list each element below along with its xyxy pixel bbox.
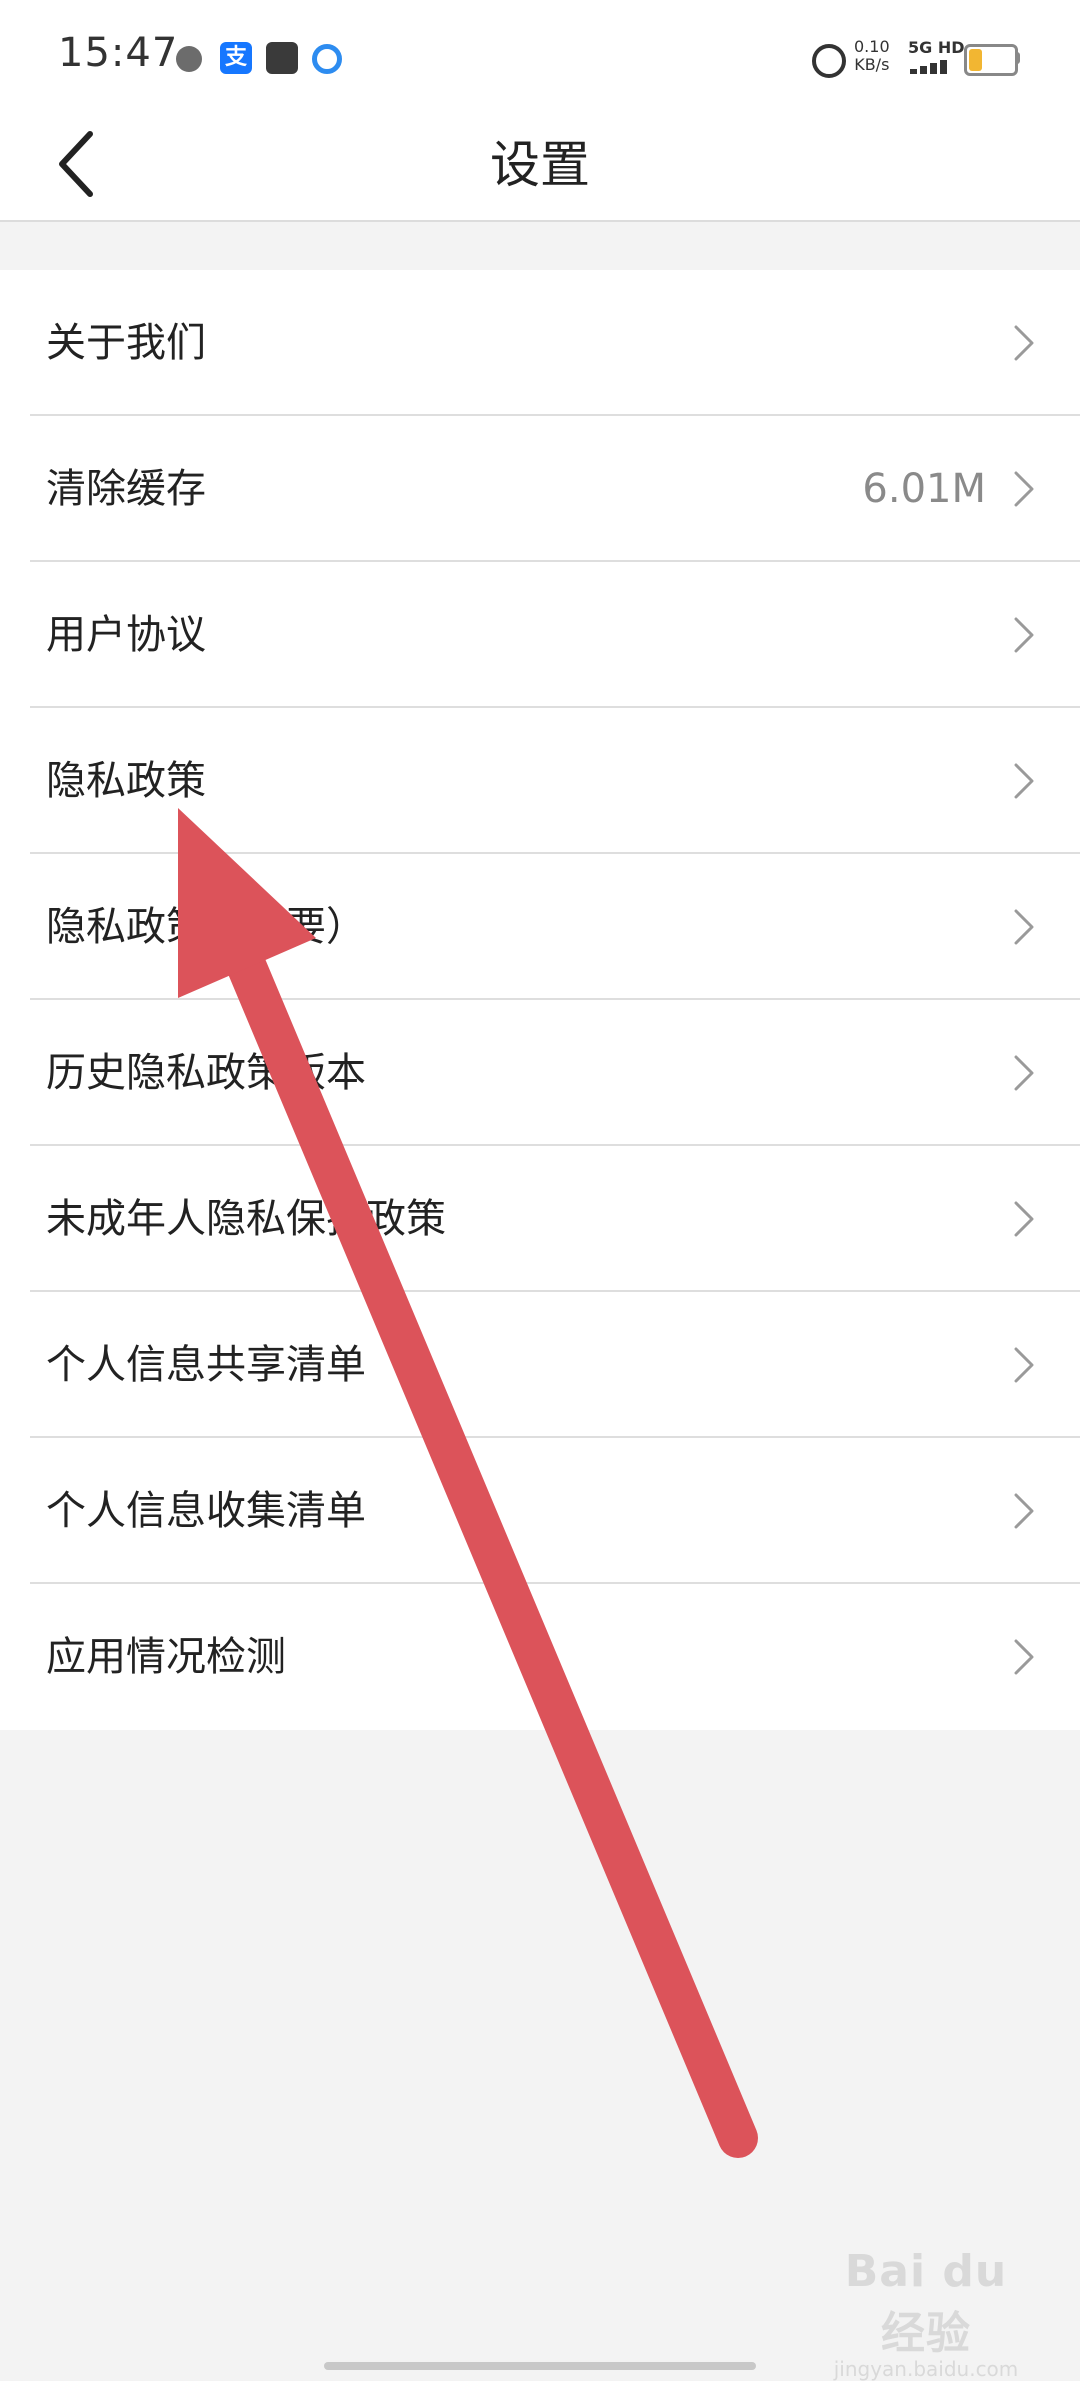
- chevron-right-icon: [1014, 1347, 1034, 1383]
- settings-item-value: 6.01M: [862, 466, 986, 512]
- alarm-icon: [812, 44, 846, 78]
- settings-item[interactable]: 隐私政策: [0, 708, 1080, 854]
- battery-fill: [969, 49, 982, 71]
- watermark: Bai du 经验 jingyan.baidu.com: [826, 2246, 1026, 2381]
- settings-item-label: 个人信息共享清单: [46, 1342, 366, 1388]
- settings-item-label: 个人信息收集清单: [46, 1488, 366, 1534]
- app-icon: [176, 46, 202, 72]
- chevron-right-icon: [1014, 1201, 1034, 1237]
- settings-item[interactable]: 关于我们: [0, 270, 1080, 416]
- net-speed-value: 0.10: [854, 37, 890, 56]
- chevron-right-icon: [1014, 763, 1034, 799]
- settings-item[interactable]: 历史隐私政策版本: [0, 1000, 1080, 1146]
- chevron-right-icon: [1014, 471, 1034, 507]
- settings-item-label: 历史隐私政策版本: [46, 1050, 366, 1096]
- settings-item[interactable]: 应用情况检测: [0, 1584, 1080, 1730]
- settings-item-label: 清除缓存: [46, 466, 206, 512]
- net-speed-unit: KB/s: [854, 55, 890, 74]
- watermark-brand: Bai du 经验: [844, 2246, 1008, 2359]
- network-type: 5G HD: [908, 38, 965, 57]
- settings-item[interactable]: 个人信息收集清单: [0, 1438, 1080, 1584]
- settings-item[interactable]: 隐私政策（摘要）: [0, 854, 1080, 1000]
- settings-item-label: 隐私政策（摘要）: [46, 904, 366, 950]
- alipay-icon: 支: [220, 42, 252, 74]
- watermark-sub: jingyan.baidu.com: [833, 2357, 1019, 2381]
- battery-tip: [1015, 52, 1020, 64]
- home-indicator[interactable]: [324, 2362, 756, 2370]
- chevron-right-icon: [1014, 617, 1034, 653]
- page-title: 设置: [490, 136, 590, 194]
- net-speed: 0.10 KB/s: [854, 38, 890, 74]
- shopping-icon: [266, 42, 298, 74]
- status-time: 15:47: [58, 30, 179, 76]
- chevron-left-icon: [59, 131, 93, 197]
- settings-list: 关于我们清除缓存 6.01M 用户协议隐私政策隐私政策（摘要） 历史隐私政策版本未成年…: [0, 270, 1080, 1730]
- browser-icon: [312, 44, 342, 74]
- settings-item-label: 用户协议: [46, 612, 206, 658]
- chevron-right-icon: [1014, 325, 1034, 361]
- header: 设置: [0, 110, 1080, 222]
- settings-item-label: 应用情况检测: [46, 1634, 286, 1680]
- chevron-right-icon: [1014, 909, 1034, 945]
- battery-icon: [964, 44, 1018, 76]
- settings-item-label: 未成年人隐私保护政策: [46, 1196, 446, 1242]
- settings-item[interactable]: 用户协议: [0, 562, 1080, 708]
- settings-item-label: 关于我们: [46, 320, 206, 366]
- settings-item-label: 隐私政策: [46, 758, 206, 804]
- signal-icon: [910, 58, 956, 74]
- status-bar: 15:47 支 0.10 KB/s 5G HD: [0, 0, 1080, 110]
- chevron-right-icon: [1014, 1055, 1034, 1091]
- back-button[interactable]: [48, 124, 128, 204]
- settings-item[interactable]: 个人信息共享清单: [0, 1292, 1080, 1438]
- settings-item[interactable]: 清除缓存 6.01M: [0, 416, 1080, 562]
- settings-item[interactable]: 未成年人隐私保护政策: [0, 1146, 1080, 1292]
- chevron-right-icon: [1014, 1493, 1034, 1529]
- chevron-right-icon: [1014, 1639, 1034, 1675]
